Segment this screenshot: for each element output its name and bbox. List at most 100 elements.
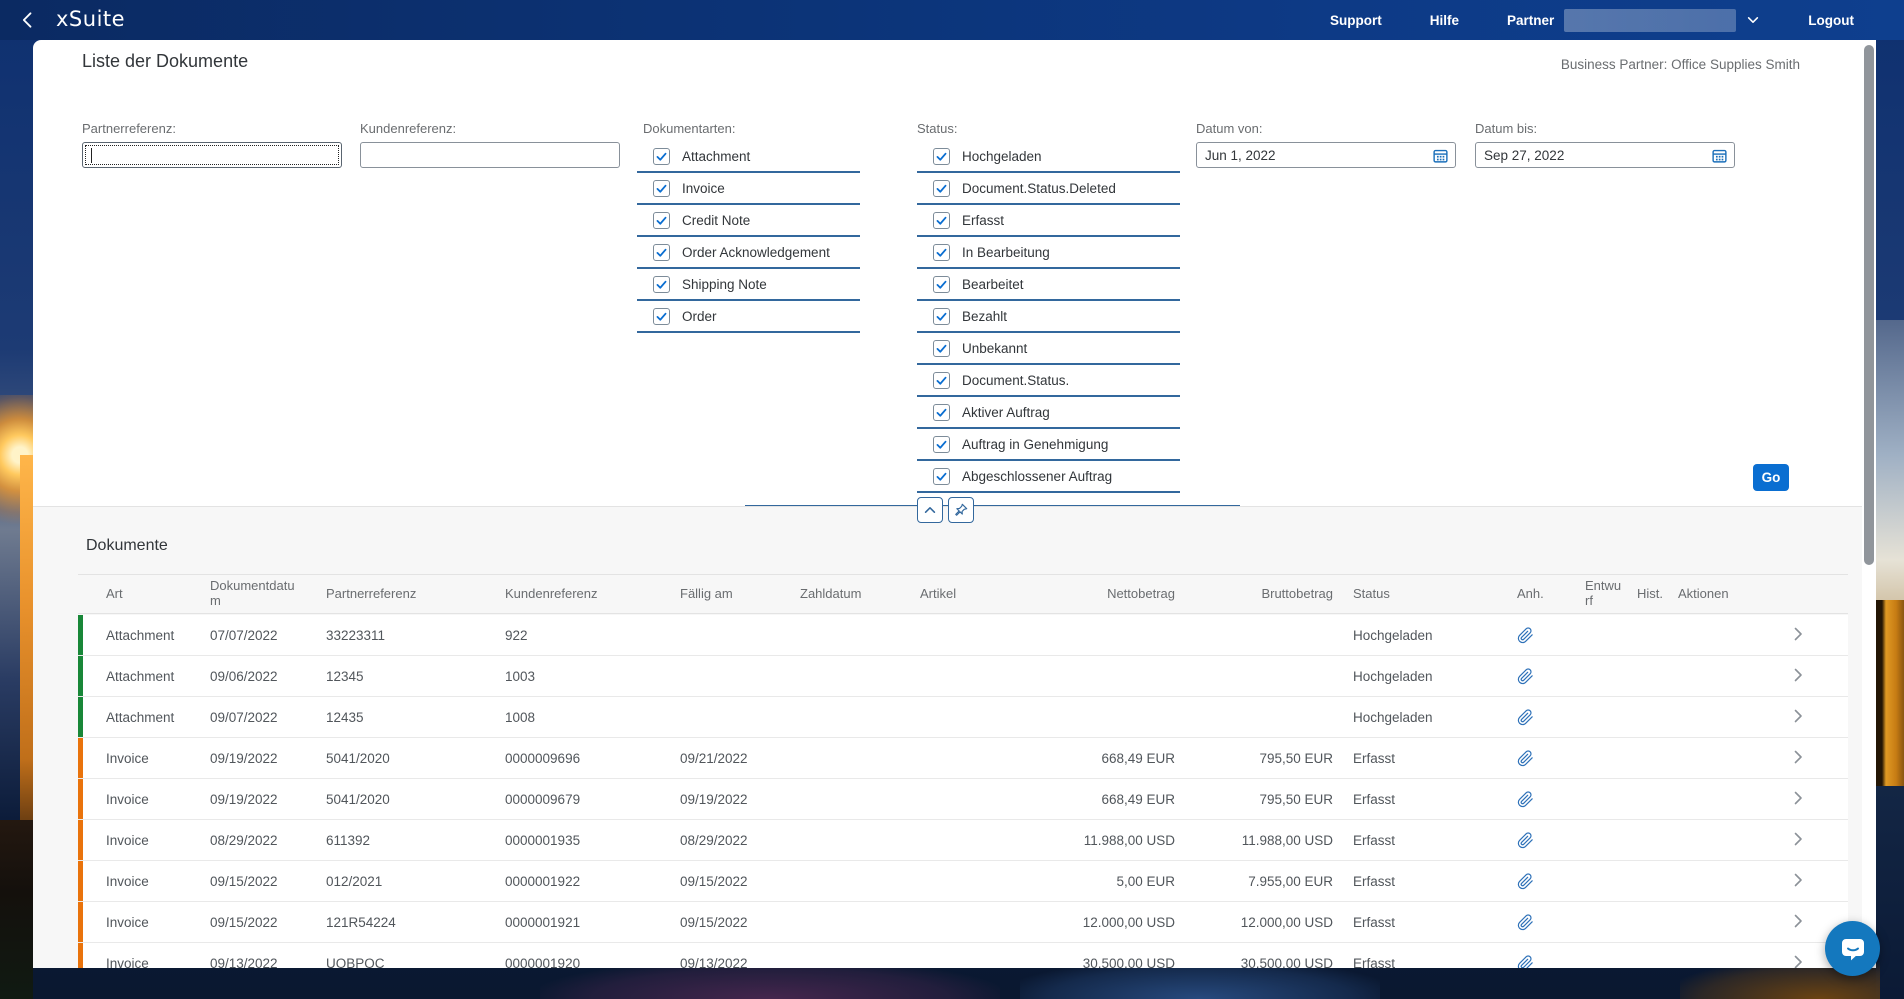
- column-header[interactable]: Zahldatum: [800, 586, 920, 602]
- filter-checkbox-option[interactable]: Document.Status.: [917, 365, 1180, 397]
- go-button[interactable]: Go: [1753, 464, 1789, 491]
- checkbox-checked-icon[interactable]: [933, 243, 950, 261]
- column-header[interactable]: Fällig am: [680, 586, 800, 602]
- paperclip-icon[interactable]: [1517, 749, 1534, 767]
- filter-checkbox-option[interactable]: Order: [637, 301, 860, 333]
- filter-checkbox-option[interactable]: Shipping Note: [637, 269, 860, 301]
- table-row[interactable]: Invoice 09/15/2022 012/2021 0000001922 0…: [78, 861, 1848, 902]
- table-row[interactable]: Invoice 09/19/2022 5041/2020 0000009679 …: [78, 779, 1848, 820]
- back-button[interactable]: [18, 10, 38, 30]
- paperclip-icon[interactable]: [1517, 913, 1534, 931]
- checkbox-checked-icon[interactable]: [653, 211, 670, 229]
- column-header[interactable]: Artikel: [920, 586, 1035, 602]
- filter-checkbox-option[interactable]: Attachment: [637, 141, 860, 173]
- column-header[interactable]: Bruttobetrag: [1175, 586, 1333, 602]
- checkbox-checked-icon[interactable]: [933, 403, 950, 421]
- partner-reference-input[interactable]: [82, 142, 342, 168]
- column-header[interactable]: Entwurf: [1585, 578, 1637, 609]
- column-header[interactable]: Hist.: [1637, 586, 1672, 602]
- chevron-right-icon[interactable]: [1794, 955, 1803, 969]
- table-row[interactable]: Attachment 07/07/2022 33223311 922 Hochg…: [78, 615, 1848, 656]
- column-header[interactable]: Status: [1333, 586, 1513, 602]
- chevron-right-icon[interactable]: [1794, 668, 1803, 682]
- vertical-scrollbar[interactable]: [1862, 40, 1876, 968]
- logout-button[interactable]: Logout: [1808, 13, 1854, 28]
- app-logo[interactable]: xSuite: [56, 7, 125, 31]
- partner-select[interactable]: [1564, 8, 1737, 32]
- column-header[interactable]: Anh.: [1513, 586, 1585, 602]
- table-row[interactable]: Attachment 09/07/2022 12435 1008 Hochgel…: [78, 697, 1848, 738]
- filter-checkbox-option[interactable]: Credit Note: [637, 205, 860, 237]
- chevron-right-icon[interactable]: [1794, 791, 1803, 805]
- table-row[interactable]: Invoice 09/15/2022 121R54224 0000001921 …: [78, 902, 1848, 943]
- checkbox-checked-icon[interactable]: [933, 147, 950, 165]
- column-header[interactable]: Nettobetrag: [1035, 586, 1175, 602]
- filter-checkbox-option[interactable]: Invoice: [637, 173, 860, 205]
- filter-checkbox-option[interactable]: Order Acknowledgement: [637, 237, 860, 269]
- nav-support[interactable]: Support: [1330, 13, 1382, 28]
- table-row[interactable]: Invoice 08/29/2022 611392 0000001935 08/…: [78, 820, 1848, 861]
- filter-checkbox-option[interactable]: Aktiver Auftrag: [917, 397, 1180, 429]
- paperclip-icon[interactable]: [1517, 872, 1534, 890]
- filter-checkbox-option[interactable]: Bezahlt: [917, 301, 1180, 333]
- checkbox-label: Credit Note: [682, 212, 751, 228]
- checkbox-checked-icon[interactable]: [933, 307, 950, 325]
- paperclip-icon[interactable]: [1517, 626, 1534, 644]
- checkbox-checked-icon[interactable]: [653, 243, 670, 261]
- cell-faellig-am: 09/15/2022: [680, 873, 748, 889]
- table-row[interactable]: Attachment 09/06/2022 12345 1003 Hochgel…: [78, 656, 1848, 697]
- filter-checkbox-option[interactable]: Erfasst: [917, 205, 1180, 237]
- customer-reference-input[interactable]: [360, 142, 620, 168]
- paperclip-icon[interactable]: [1517, 708, 1534, 726]
- column-header[interactable]: Dokumentdatum: [210, 578, 326, 609]
- column-header[interactable]: Kundenreferenz: [505, 586, 680, 602]
- chevron-right-icon[interactable]: [1794, 832, 1803, 846]
- cell-nettobetrag: 30.500,00 USD: [1082, 955, 1175, 969]
- chevron-right-icon[interactable]: [1794, 873, 1803, 887]
- chevron-down-icon[interactable]: [1746, 13, 1760, 27]
- checkbox-label: Document.Status.: [962, 372, 1070, 388]
- date-to-input[interactable]: Sep 27, 2022: [1475, 142, 1735, 168]
- pin-filter-button[interactable]: [948, 497, 974, 523]
- chevron-right-icon[interactable]: [1794, 750, 1803, 764]
- checkbox-checked-icon[interactable]: [933, 467, 950, 485]
- chevron-right-icon[interactable]: [1794, 627, 1803, 641]
- checkbox-checked-icon[interactable]: [653, 307, 670, 325]
- table-row[interactable]: Invoice 09/19/2022 5041/2020 0000009696 …: [78, 738, 1848, 779]
- checkbox-checked-icon[interactable]: [653, 147, 670, 165]
- filter-checkbox-option[interactable]: Bearbeitet: [917, 269, 1180, 301]
- chat-launcher-button[interactable]: [1825, 921, 1880, 976]
- table-row[interactable]: Invoice 09/13/2022 UOBPOC 0000001920 09/…: [78, 943, 1848, 968]
- table-header: Art Dokumentdatum Partnerreferenz Kundenref…: [78, 574, 1848, 614]
- checkbox-checked-icon[interactable]: [933, 435, 950, 453]
- filter-checkbox-option[interactable]: Hochgeladen: [917, 141, 1180, 173]
- cell-bruttobetrag: 7.955,00 EUR: [1248, 873, 1333, 889]
- scrollbar-thumb[interactable]: [1864, 45, 1874, 565]
- checkbox-checked-icon[interactable]: [933, 371, 950, 389]
- filter-checkbox-option[interactable]: Auftrag in Genehmigung: [917, 429, 1180, 461]
- column-header[interactable]: Partnerreferenz: [326, 586, 505, 602]
- chevron-right-icon[interactable]: [1794, 914, 1803, 928]
- paperclip-icon[interactable]: [1517, 790, 1534, 808]
- paperclip-icon[interactable]: [1517, 954, 1534, 969]
- checkbox-checked-icon[interactable]: [653, 275, 670, 293]
- checkbox-checked-icon[interactable]: [933, 339, 950, 357]
- checkbox-checked-icon[interactable]: [933, 179, 950, 197]
- filter-checkbox-option[interactable]: Abgeschlossener Auftrag: [917, 461, 1180, 493]
- date-from-input[interactable]: Jun 1, 2022: [1196, 142, 1456, 168]
- filter-checkbox-option[interactable]: Unbekannt: [917, 333, 1180, 365]
- checkbox-checked-icon[interactable]: [653, 179, 670, 197]
- calendar-icon[interactable]: [1432, 147, 1449, 164]
- filter-checkbox-option[interactable]: Document.Status.Deleted: [917, 173, 1180, 205]
- collapse-filter-button[interactable]: [917, 497, 943, 523]
- calendar-icon[interactable]: [1711, 147, 1728, 164]
- filter-checkbox-option[interactable]: In Bearbeitung: [917, 237, 1180, 269]
- paperclip-icon[interactable]: [1517, 667, 1534, 685]
- paperclip-icon[interactable]: [1517, 831, 1534, 849]
- chevron-right-icon[interactable]: [1794, 709, 1803, 723]
- checkbox-checked-icon[interactable]: [933, 211, 950, 229]
- nav-hilfe[interactable]: Hilfe: [1430, 13, 1459, 28]
- column-header[interactable]: Aktionen: [1672, 586, 1848, 602]
- column-header[interactable]: Art: [78, 586, 210, 602]
- checkbox-checked-icon[interactable]: [933, 275, 950, 293]
